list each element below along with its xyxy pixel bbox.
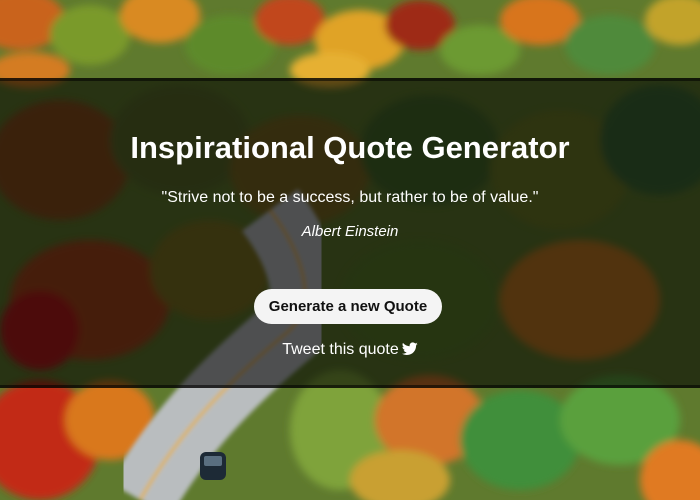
tweet-label: Tweet this quote <box>282 341 399 358</box>
tweet-link-row: Tweet this quote <box>0 340 700 362</box>
page: Inspirational Quote Generator "Strive no… <box>0 0 700 500</box>
generate-quote-button[interactable]: Generate a new Quote <box>254 289 442 324</box>
tweet-quote-link[interactable]: Tweet this quote <box>282 341 418 358</box>
quote-text: "Strive not to be a success, but rather … <box>161 189 539 206</box>
quote-author: Albert Einstein <box>301 223 399 240</box>
page-title: Inspirational Quote Generator <box>130 130 570 165</box>
twitter-bird-icon <box>401 342 418 362</box>
